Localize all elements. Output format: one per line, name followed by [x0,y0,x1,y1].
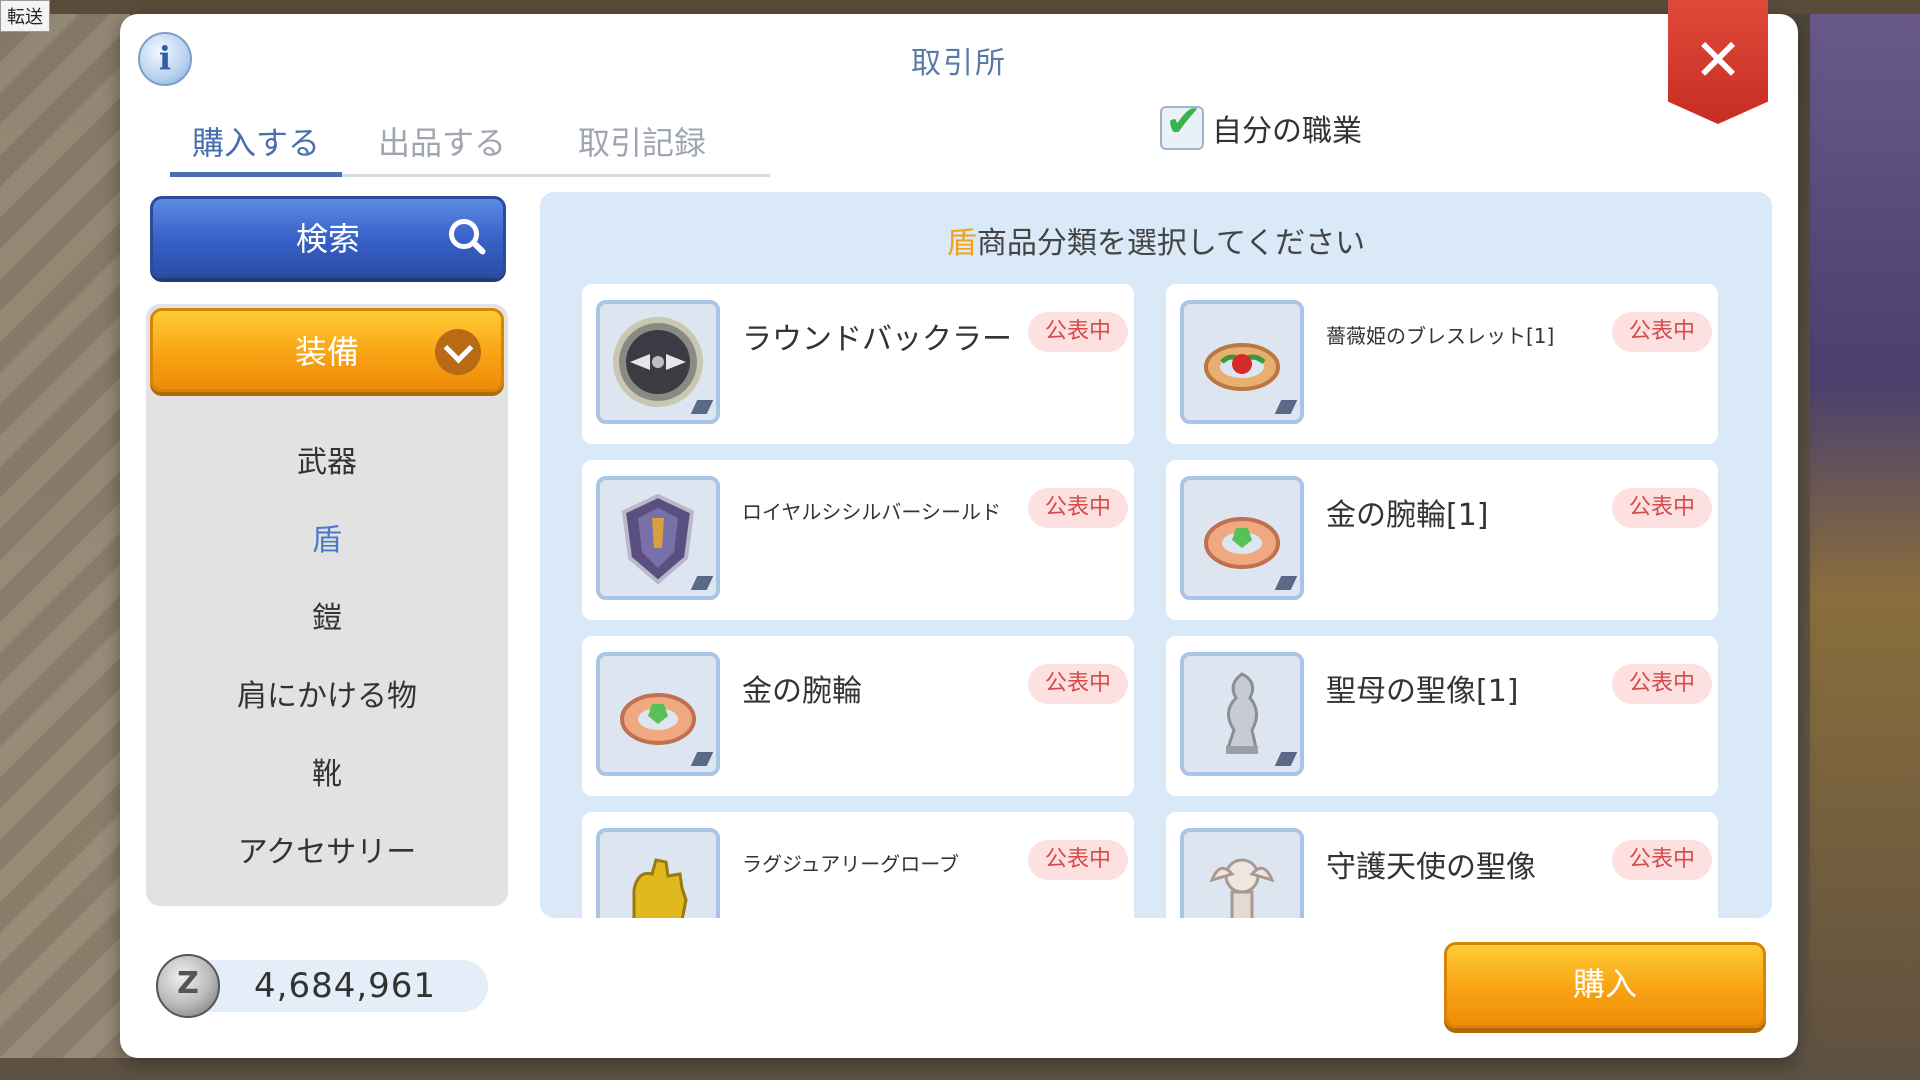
item-thumbnail [1180,652,1304,776]
panel-heading-text: 商品分類を選択してください [976,226,1366,261]
close-icon: ✕ [1693,26,1743,94]
item-card[interactable]: 薔薇姫のブレスレット[1] 公表中 [1166,284,1718,444]
item-card[interactable]: ロイヤルシシルバーシールド 公表中 [582,460,1134,620]
panel-heading: 盾商品分類を選択してください [540,218,1772,262]
luxury-glove-icon [632,858,688,918]
zeny-coin-icon: Z [156,954,220,1018]
status-badge: 公表中 [1612,664,1712,704]
rose-bracelet-icon [1204,343,1280,391]
panel-heading-category: 盾 [946,226,977,261]
background-scenery-left [0,0,130,1080]
status-badge: 公表中 [1028,664,1128,704]
item-name: ラウンドバックラー [742,322,1012,357]
subcategory-armor[interactable]: 鎧 [146,580,508,658]
search-button-label: 検索 [295,220,360,258]
item-name: 聖母の聖像[1] [1326,674,1519,709]
teleport-label[interactable]: 転送 [0,0,50,32]
item-card[interactable]: 金の腕輪 公表中 [582,636,1134,796]
subcategory-shoes[interactable]: 靴 [146,736,508,814]
item-name: 金の腕輪 [742,674,862,709]
item-name: 金の腕輪[1] [1326,498,1489,533]
background-scenery-top [0,0,1920,14]
subcategory-weapon[interactable]: 武器 [146,424,508,502]
category-dropdown-label: 装備 [294,333,359,371]
item-name: 薔薇姫のブレスレット[1] [1326,324,1555,348]
guardian-angel-statue-icon [1209,858,1275,918]
status-badge: 公表中 [1612,312,1712,352]
status-badge: 公表中 [1028,488,1128,528]
round-buckler-icon [613,317,703,407]
item-card[interactable]: 金の腕輪[1] 公表中 [1166,460,1718,620]
tab-history[interactable]: 取引記録 [542,104,742,174]
zeny-balance: Z 4,684,961 [156,954,496,1018]
item-card[interactable]: 守護天使の聖像 公表中 [1166,812,1718,918]
close-button[interactable]: ✕ [1668,0,1768,124]
subcategory-accessory[interactable]: アクセサリー [146,814,508,892]
buy-button[interactable]: 購入 [1444,942,1766,1028]
status-badge: 公表中 [1028,840,1128,880]
background-scenery-right [1810,0,1920,1080]
search-icon [449,219,479,249]
item-thumbnail [1180,300,1304,424]
holy-mother-statue-icon [1225,672,1258,754]
search-button[interactable]: 検索 [150,196,506,278]
subcategory-garment[interactable]: 肩にかける物 [146,658,508,736]
tab-buy[interactable]: 購入する [170,104,342,177]
status-badge: 公表中 [1612,488,1712,528]
window-title: 取引所 [911,46,1007,81]
status-badge: 公表中 [1612,840,1712,880]
royal-silver-shield-icon [621,493,695,585]
item-thumbnail [596,476,720,600]
zeny-amount: 4,684,961 [254,966,437,1006]
tab-sell[interactable]: 出品する [342,104,542,174]
tab-bar: 購入する 出品する 取引記録 [170,104,770,177]
category-dropdown[interactable]: 装備 [150,308,504,392]
subcategory-list: 武器 盾 鎧 肩にかける物 靴 アクセサリー [146,424,508,892]
item-card[interactable]: ラグジュアリーグローブ 公表中 [582,812,1134,918]
exchange-window: i 取引所 ✕ 購入する 出品する 取引記録 ✔ 自分の職業 検索 装備 武器 … [120,0,1798,1058]
gold-bracelet-icon [620,693,696,745]
item-name: ロイヤルシシルバーシールド [742,500,1001,524]
category-panel: 装備 武器 盾 鎧 肩にかける物 靴 アクセサリー [146,304,508,906]
own-class-checkbox[interactable]: ✔ [1160,100,1204,150]
item-card[interactable]: 聖母の聖像[1] 公表中 [1166,636,1718,796]
status-badge: 公表中 [1028,312,1128,352]
item-card[interactable]: ラウンドバックラー 公表中 [582,284,1134,444]
gold-bracelet-icon [1204,517,1280,569]
item-thumbnail [596,652,720,776]
own-class-label: 自分の職業 [1212,114,1362,149]
item-thumbnail [1180,476,1304,600]
background-scenery-bottom [0,1058,1920,1080]
item-thumbnail [596,828,720,918]
item-thumbnail [596,300,720,424]
item-name: ラグジュアリーグローブ [742,852,959,876]
item-name: 守護天使の聖像 [1326,850,1536,885]
item-thumbnail [1180,828,1304,918]
own-class-filter[interactable]: ✔ 自分の職業 [1160,100,1362,150]
item-list-panel: 盾商品分類を選択してください ラウンドバックラー 公表中 薔薇姫のブレスレット[… [540,192,1772,918]
chevron-down-icon [435,329,481,375]
checkmark-icon: ✔ [1165,96,1202,147]
subcategory-shield[interactable]: 盾 [146,502,508,580]
